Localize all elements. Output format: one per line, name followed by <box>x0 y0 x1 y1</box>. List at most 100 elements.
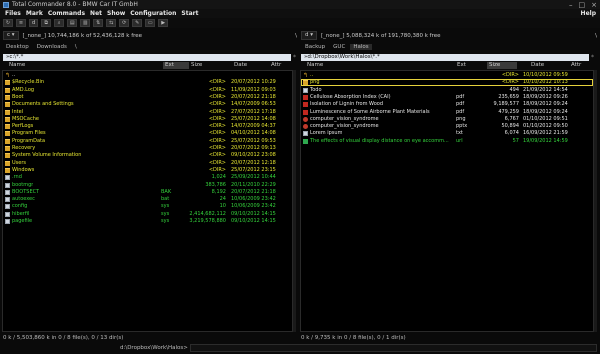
file-row[interactable]: Todo 494 21/09/2012 14:54 <box>301 87 593 94</box>
left-col-attr[interactable]: Attr <box>271 62 281 69</box>
search-icon[interactable]: ⌕ <box>54 19 65 27</box>
folder-icon <box>5 124 10 130</box>
menu-mark[interactable]: Mark <box>26 10 43 17</box>
file-size: 479,259 <box>498 108 519 115</box>
right-drive-select[interactable]: d ▾ <box>301 31 318 40</box>
menu-configuration[interactable]: Configuration <box>130 10 176 17</box>
menu-show[interactable]: Show <box>107 10 125 17</box>
right-col-attr[interactable]: Attr <box>571 62 581 69</box>
ftp-icon[interactable]: ⇅ <box>93 19 104 27</box>
unpack-icon[interactable]: ▥ <box>80 19 91 27</box>
file-size: <DIR> <box>208 108 226 115</box>
media-file-icon <box>303 116 308 122</box>
left-scrollbar[interactable] <box>293 70 296 332</box>
right-file-list[interactable]: ↰.. <DIR> 10/10/2012 09:59 png <DIR> 10/10/20… <box>300 70 594 332</box>
file-name: ProgramData <box>12 137 46 144</box>
file-date: 09/10/2012 14:15 <box>231 218 276 224</box>
file-row[interactable]: ProgramData <DIR> 25/07/2012 09:53 <box>3 138 292 145</box>
file-row[interactable]: Windows <DIR> 25/07/2012 23:15 <box>3 167 292 174</box>
command-line-input[interactable] <box>190 344 597 352</box>
file-row[interactable]: System Volume Information <DIR> 09/10/2012… <box>3 152 292 159</box>
right-root-button[interactable]: \ <box>595 33 597 39</box>
file-row[interactable]: computer_vision_syndrome png 6,767 01/10/20… <box>301 116 593 123</box>
left-col-name[interactable]: Name <box>9 62 25 69</box>
left-col-date[interactable]: Date <box>234 62 247 69</box>
right-col-size[interactable]: Size <box>487 62 517 69</box>
right-col-date[interactable]: Date <box>531 62 544 69</box>
menu-help[interactable]: Help <box>581 10 596 17</box>
file-name: $Recycle.Bin <box>12 79 45 86</box>
notepad-icon[interactable]: ▭ <box>145 19 156 27</box>
file-row[interactable]: config sys 10 10/06/2009 23:42 <box>3 203 292 210</box>
file-row[interactable]: ↰.. <box>3 72 292 79</box>
file-row[interactable]: MSOCache <DIR> 25/07/2012 14:08 <box>3 116 292 123</box>
left-col-ext[interactable]: Ext <box>163 62 189 69</box>
right-col-ext[interactable]: Ext <box>457 62 466 69</box>
menu-net[interactable]: Net <box>90 10 102 17</box>
tab-halos[interactable]: Halos <box>350 44 372 50</box>
pack-icon[interactable]: ▤ <box>67 19 78 27</box>
file-row[interactable]: BOOTSECT BAK 8,192 20/07/2012 21:18 <box>3 189 292 196</box>
pdf-icon <box>303 109 308 115</box>
tab-downloads[interactable]: Downloads <box>34 44 70 50</box>
tab-guc[interactable]: GUC <box>330 44 348 50</box>
menu-start[interactable]: Start <box>181 10 198 17</box>
file-name: pagefile <box>12 218 33 224</box>
right-scrollbar[interactable] <box>594 70 597 332</box>
tab-root[interactable]: \ <box>72 44 80 50</box>
file-row[interactable]: Users <DIR> 20/07/2012 12:18 <box>3 160 292 167</box>
menu-files[interactable]: Files <box>5 10 21 17</box>
tab-backup[interactable]: Backup <box>302 44 328 50</box>
edit-icon[interactable]: ✎ <box>132 19 143 27</box>
file-row[interactable]: png <DIR> 10/10/2012 10:13 <box>301 79 593 87</box>
file-row[interactable]: Cellulose Absorption Index (CAI) pdf 235,6… <box>301 94 593 101</box>
file-row[interactable]: Boot <DIR> 20/07/2012 21:18 <box>3 94 292 101</box>
left-drive-select[interactable]: c ▾ <box>3 31 19 40</box>
view-brief-icon[interactable]: ≡ <box>16 19 26 27</box>
left-file-list[interactable]: ↰.. $Recycle.Bin <DIR> 20/07/2012 10:29 AMD.… <box>2 70 293 332</box>
file-row[interactable]: pagefile sys 3,219,578,880 09/10/2012 14:15 <box>3 218 292 225</box>
file-size: <DIR> <box>208 93 226 100</box>
file-row[interactable]: Luminescence of Some Airborne Plant Mate… <box>301 109 593 116</box>
file-row[interactable]: ↰.. <DIR> 10/10/2012 09:59 <box>301 72 593 79</box>
left-root-button[interactable]: \ <box>295 33 297 39</box>
minimize-button[interactable]: – <box>569 1 573 9</box>
terminal-icon[interactable]: ▶ <box>158 19 169 27</box>
file-size: <DIR> <box>208 166 226 173</box>
file-row[interactable]: computer_vision_syndrome pptx 50,894 01/10/… <box>301 123 593 130</box>
file-row[interactable]: Program Files <DIR> 04/10/2012 14:08 <box>3 130 292 137</box>
drive-button-left[interactable]: d <box>29 19 39 27</box>
left-path-bar[interactable]: »c:\*.* <box>3 54 291 61</box>
file-row[interactable]: .rnd 1,024 25/09/2012 10:44 <box>3 174 292 181</box>
folder-icon <box>5 109 10 115</box>
maximize-button[interactable]: □ <box>579 1 586 9</box>
file-row[interactable]: Lorem ipsum txt 6,074 16/09/2012 21:59 <box>301 130 593 137</box>
refresh-icon[interactable]: ↻ <box>3 19 13 27</box>
file-row[interactable]: Intel <DIR> 27/07/2012 17:18 <box>3 109 292 116</box>
copy-icon[interactable]: ⧉ <box>41 19 52 27</box>
right-path-bar[interactable]: »d:\Dropbox\Work\Halos\*.* <box>301 54 589 61</box>
file-row[interactable]: Documents and Settings <DIR> 14/07/2009 06… <box>3 101 292 108</box>
compare-icon[interactable]: ⇆ <box>106 19 117 27</box>
file-row[interactable]: Isolation of Lignin from Wood pdf 9,189,57… <box>301 101 593 108</box>
file-row[interactable]: Recovery <DIR> 20/07/2012 09:13 <box>3 145 292 152</box>
file-name: .. <box>310 72 314 78</box>
file-row[interactable]: autoexec bat 24 10/06/2009 23:42 <box>3 196 292 203</box>
file-row[interactable]: The effects of visual display distance o… <box>301 138 593 145</box>
left-col-size[interactable]: Size <box>191 62 202 69</box>
file-row[interactable]: PerfLogs <DIR> 14/07/2009 04:37 <box>3 123 292 130</box>
file-row[interactable]: hiberfil sys 2,414,682,112 09/10/2012 14:15 <box>3 211 292 218</box>
close-button[interactable]: × <box>591 1 597 9</box>
file-row[interactable]: AMD.Log <DIR> 11/09/2012 09:03 <box>3 87 292 94</box>
file-icon <box>5 197 10 203</box>
file-icon <box>5 189 10 195</box>
left-path-filter[interactable]: * <box>293 54 296 61</box>
file-row[interactable]: $Recycle.Bin <DIR> 20/07/2012 10:29 <box>3 79 292 86</box>
file-row[interactable]: bootmgr 383,786 20/11/2010 22:29 <box>3 182 292 189</box>
sync-icon[interactable]: ⟳ <box>119 19 130 27</box>
right-col-name[interactable]: Name <box>307 62 323 69</box>
file-ext: bat <box>161 196 170 203</box>
right-path-filter[interactable]: * <box>591 54 594 61</box>
menu-commands[interactable]: Commands <box>48 10 85 17</box>
tab-desktop[interactable]: Desktop <box>3 44 32 50</box>
